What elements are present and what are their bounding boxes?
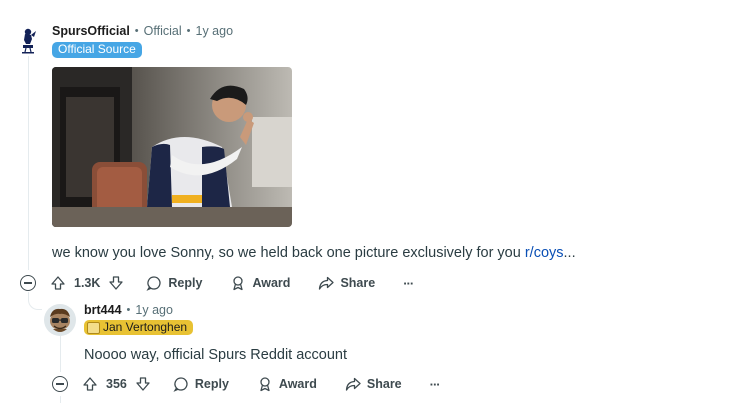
meta-separator: •	[186, 25, 191, 37]
comment1-meta: SpursOfficial • Official • 1y ago	[52, 24, 233, 38]
comment2-author[interactable]: brt444	[84, 303, 122, 317]
flair-emoji-icon	[87, 321, 100, 334]
reply-button[interactable]: Reply	[146, 275, 202, 291]
upvote-icon[interactable]	[82, 376, 98, 392]
comment2-actions: 356 Reply Award Share ···	[82, 372, 441, 396]
comment1-body: we know you love Sonny, so we held back …	[52, 245, 576, 261]
comment1-body-suffix: ...	[563, 245, 576, 261]
comment1-author[interactable]: SpursOfficial	[52, 24, 130, 38]
reply-button[interactable]: Reply	[173, 376, 229, 392]
comment1-image[interactable]	[52, 67, 292, 227]
vote-count: 356	[106, 377, 127, 391]
photo-illustration	[52, 67, 292, 227]
upvote-icon[interactable]	[50, 275, 66, 291]
reply-label: Reply	[168, 276, 203, 290]
official-source-flair: Official Source	[52, 42, 142, 58]
more-icon: ···	[429, 376, 441, 392]
thread-line-reply[interactable]	[60, 336, 61, 372]
brt444-avatar[interactable]	[44, 304, 76, 336]
share-label: Share	[366, 377, 402, 391]
share-button[interactable]: Share	[345, 376, 402, 392]
vote-group: 356	[82, 376, 151, 392]
thread-line-reply-tail	[60, 396, 61, 403]
snoo-avatar-icon	[44, 304, 76, 336]
more-icon: ···	[403, 275, 414, 291]
reply-label: Reply	[194, 377, 229, 391]
vote-count: 1.3K	[74, 276, 101, 290]
comment2-age[interactable]: 1y ago	[135, 303, 173, 317]
subreddit-link[interactable]: r/coys	[525, 245, 564, 261]
comment1-body-text: we know you love Sonny, so we held back …	[52, 245, 525, 261]
vote-group: 1.3K	[50, 275, 124, 291]
comment2-meta: brt444 • 1y ago	[84, 303, 173, 317]
downvote-icon[interactable]	[135, 376, 151, 392]
award-button[interactable]: Award	[230, 275, 290, 291]
user-flair: Jan Vertonghen	[84, 320, 194, 335]
comment2-body: Noooo way, official Spurs Reddit account	[84, 347, 348, 363]
share-arrow-icon	[345, 377, 361, 391]
thread-elbow	[28, 292, 42, 310]
cockerel-crest-icon	[22, 28, 36, 54]
downvote-icon[interactable]	[108, 275, 124, 291]
more-options-button[interactable]: ···	[403, 275, 414, 291]
comment1-role: Official	[143, 24, 182, 38]
speech-bubble-icon	[173, 377, 188, 392]
share-button[interactable]: Share	[318, 275, 375, 291]
meta-separator: •	[126, 304, 131, 316]
award-label: Award	[252, 276, 291, 290]
share-arrow-icon	[319, 276, 335, 290]
comment1-actions: 1.3K Reply Award Share ···	[50, 271, 414, 295]
meta-separator: •	[134, 25, 139, 37]
user-flair-text: Jan Vertonghen	[103, 320, 188, 334]
thread-line-main[interactable]	[28, 56, 29, 270]
more-options-button[interactable]: ···	[429, 376, 441, 392]
share-label: Share	[340, 276, 376, 290]
award-icon	[260, 377, 270, 392]
collapse-reply-button[interactable]	[52, 376, 68, 392]
award-icon	[233, 276, 244, 291]
award-label: Award	[278, 377, 317, 391]
spurs-avatar[interactable]	[12, 24, 44, 56]
award-button[interactable]: Award	[257, 376, 317, 392]
comment1-age[interactable]: 1y ago	[196, 24, 234, 38]
collapse-thread-button[interactable]	[20, 275, 36, 291]
speech-bubble-icon	[146, 276, 162, 291]
